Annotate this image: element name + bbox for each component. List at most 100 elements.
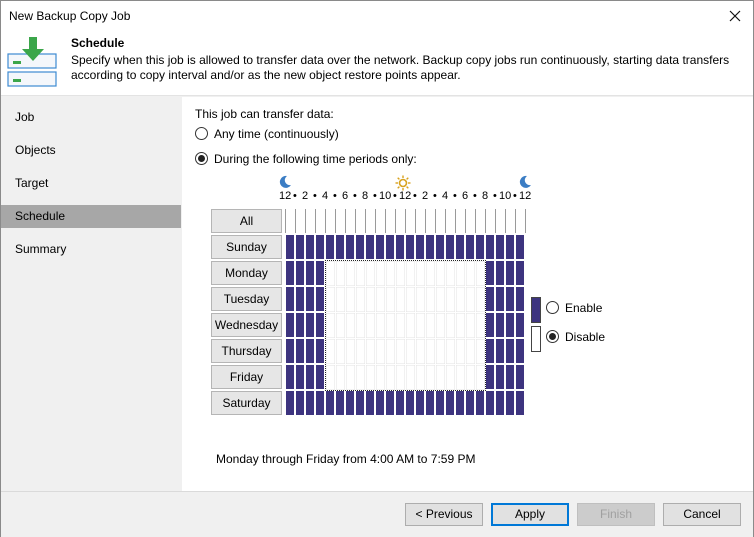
schedule-cell[interactable] [366, 313, 375, 338]
schedule-cell[interactable] [496, 313, 505, 338]
schedule-cell[interactable] [486, 235, 495, 260]
schedule-cell[interactable] [476, 235, 485, 260]
schedule-cell[interactable] [436, 261, 445, 286]
hour-column-selector[interactable] [485, 209, 486, 233]
schedule-cell[interactable] [496, 339, 505, 364]
schedule-cell[interactable] [306, 339, 315, 364]
schedule-cell[interactable] [346, 391, 355, 416]
schedule-cell[interactable] [346, 339, 355, 364]
schedule-cell[interactable] [326, 365, 335, 390]
schedule-cell[interactable] [366, 235, 375, 260]
schedule-cell[interactable] [426, 365, 435, 390]
schedule-cell[interactable] [296, 391, 305, 416]
schedule-cell[interactable] [416, 261, 425, 286]
schedule-cell[interactable] [476, 287, 485, 312]
schedule-cell[interactable] [316, 313, 325, 338]
time-periods-radio[interactable] [195, 152, 208, 165]
schedule-cell[interactable] [506, 313, 515, 338]
schedule-cell[interactable] [296, 365, 305, 390]
sidebar-item-target[interactable]: Target [1, 172, 181, 195]
schedule-cell[interactable] [346, 261, 355, 286]
schedule-cell[interactable] [286, 365, 295, 390]
hour-column-selector[interactable] [355, 209, 356, 233]
schedule-cell[interactable] [396, 391, 405, 416]
schedule-cell[interactable] [516, 235, 525, 260]
hour-column-selector[interactable] [425, 209, 426, 233]
schedule-cell[interactable] [396, 365, 405, 390]
schedule-cell[interactable] [286, 313, 295, 338]
schedule-cell[interactable] [506, 391, 515, 416]
schedule-cell[interactable] [496, 365, 505, 390]
hour-column-selector[interactable] [385, 209, 386, 233]
schedule-cell[interactable] [426, 313, 435, 338]
hour-column-selector[interactable] [445, 209, 446, 233]
schedule-cell[interactable] [356, 313, 365, 338]
sidebar-item-schedule[interactable]: Schedule [1, 205, 181, 228]
schedule-cell[interactable] [426, 261, 435, 286]
schedule-cell[interactable] [406, 313, 415, 338]
schedule-cell[interactable] [506, 261, 515, 286]
hour-column-selector[interactable] [405, 209, 406, 233]
schedule-cell[interactable] [466, 339, 475, 364]
schedule-cell[interactable] [416, 287, 425, 312]
schedule-cell[interactable] [396, 287, 405, 312]
schedule-cell[interactable] [296, 339, 305, 364]
enable-radio[interactable] [546, 301, 559, 314]
schedule-cell[interactable] [366, 339, 375, 364]
schedule-cell[interactable] [356, 287, 365, 312]
schedule-cell[interactable] [426, 235, 435, 260]
schedule-cell[interactable] [486, 313, 495, 338]
schedule-cell[interactable] [286, 261, 295, 286]
schedule-cell[interactable] [456, 287, 465, 312]
schedule-cell[interactable] [316, 287, 325, 312]
schedule-cell[interactable] [376, 365, 385, 390]
time-periods-label[interactable]: During the following time periods only: [214, 152, 417, 166]
schedule-cell[interactable] [356, 365, 365, 390]
schedule-cell[interactable] [466, 313, 475, 338]
schedule-cell[interactable] [396, 261, 405, 286]
day-button-sunday[interactable]: Sunday [211, 235, 282, 259]
hour-column-selector[interactable] [455, 209, 456, 233]
schedule-cell[interactable] [446, 339, 455, 364]
hour-column-selector[interactable] [395, 209, 396, 233]
hour-column-selector[interactable] [305, 209, 306, 233]
schedule-cell[interactable] [456, 365, 465, 390]
schedule-cell[interactable] [376, 235, 385, 260]
hour-column-selector[interactable] [495, 209, 496, 233]
schedule-cell[interactable] [456, 235, 465, 260]
schedule-cell[interactable] [516, 313, 525, 338]
hour-column-selector[interactable] [475, 209, 476, 233]
day-button-wednesday[interactable]: Wednesday [211, 313, 282, 337]
schedule-cell[interactable] [326, 339, 335, 364]
hour-column-selector[interactable] [415, 209, 416, 233]
schedule-cell[interactable] [416, 391, 425, 416]
schedule-cell[interactable] [326, 391, 335, 416]
sidebar-item-objects[interactable]: Objects [1, 139, 181, 162]
schedule-cell[interactable] [366, 287, 375, 312]
schedule-cell[interactable] [306, 391, 315, 416]
schedule-cell[interactable] [466, 391, 475, 416]
schedule-cell[interactable] [406, 287, 415, 312]
schedule-cell[interactable] [296, 261, 305, 286]
schedule-cell[interactable] [436, 287, 445, 312]
hour-column-selector[interactable] [315, 209, 316, 233]
schedule-cell[interactable] [436, 391, 445, 416]
schedule-cell[interactable] [496, 287, 505, 312]
schedule-cell[interactable] [366, 391, 375, 416]
schedule-cell[interactable] [446, 261, 455, 286]
schedule-cell[interactable] [416, 235, 425, 260]
schedule-cell[interactable] [406, 235, 415, 260]
day-button-tuesday[interactable]: Tuesday [211, 287, 282, 311]
any-time-radio[interactable] [195, 127, 208, 140]
schedule-cell[interactable] [446, 287, 455, 312]
schedule-cell[interactable] [336, 235, 345, 260]
day-button-friday[interactable]: Friday [211, 365, 282, 389]
schedule-cell[interactable] [346, 313, 355, 338]
schedule-cell[interactable] [376, 391, 385, 416]
schedule-cell[interactable] [296, 287, 305, 312]
hour-column-selector[interactable] [325, 209, 326, 233]
schedule-cell[interactable] [316, 391, 325, 416]
schedule-cell[interactable] [336, 261, 345, 286]
select-all-button[interactable]: All [211, 209, 282, 233]
schedule-cell[interactable] [446, 235, 455, 260]
